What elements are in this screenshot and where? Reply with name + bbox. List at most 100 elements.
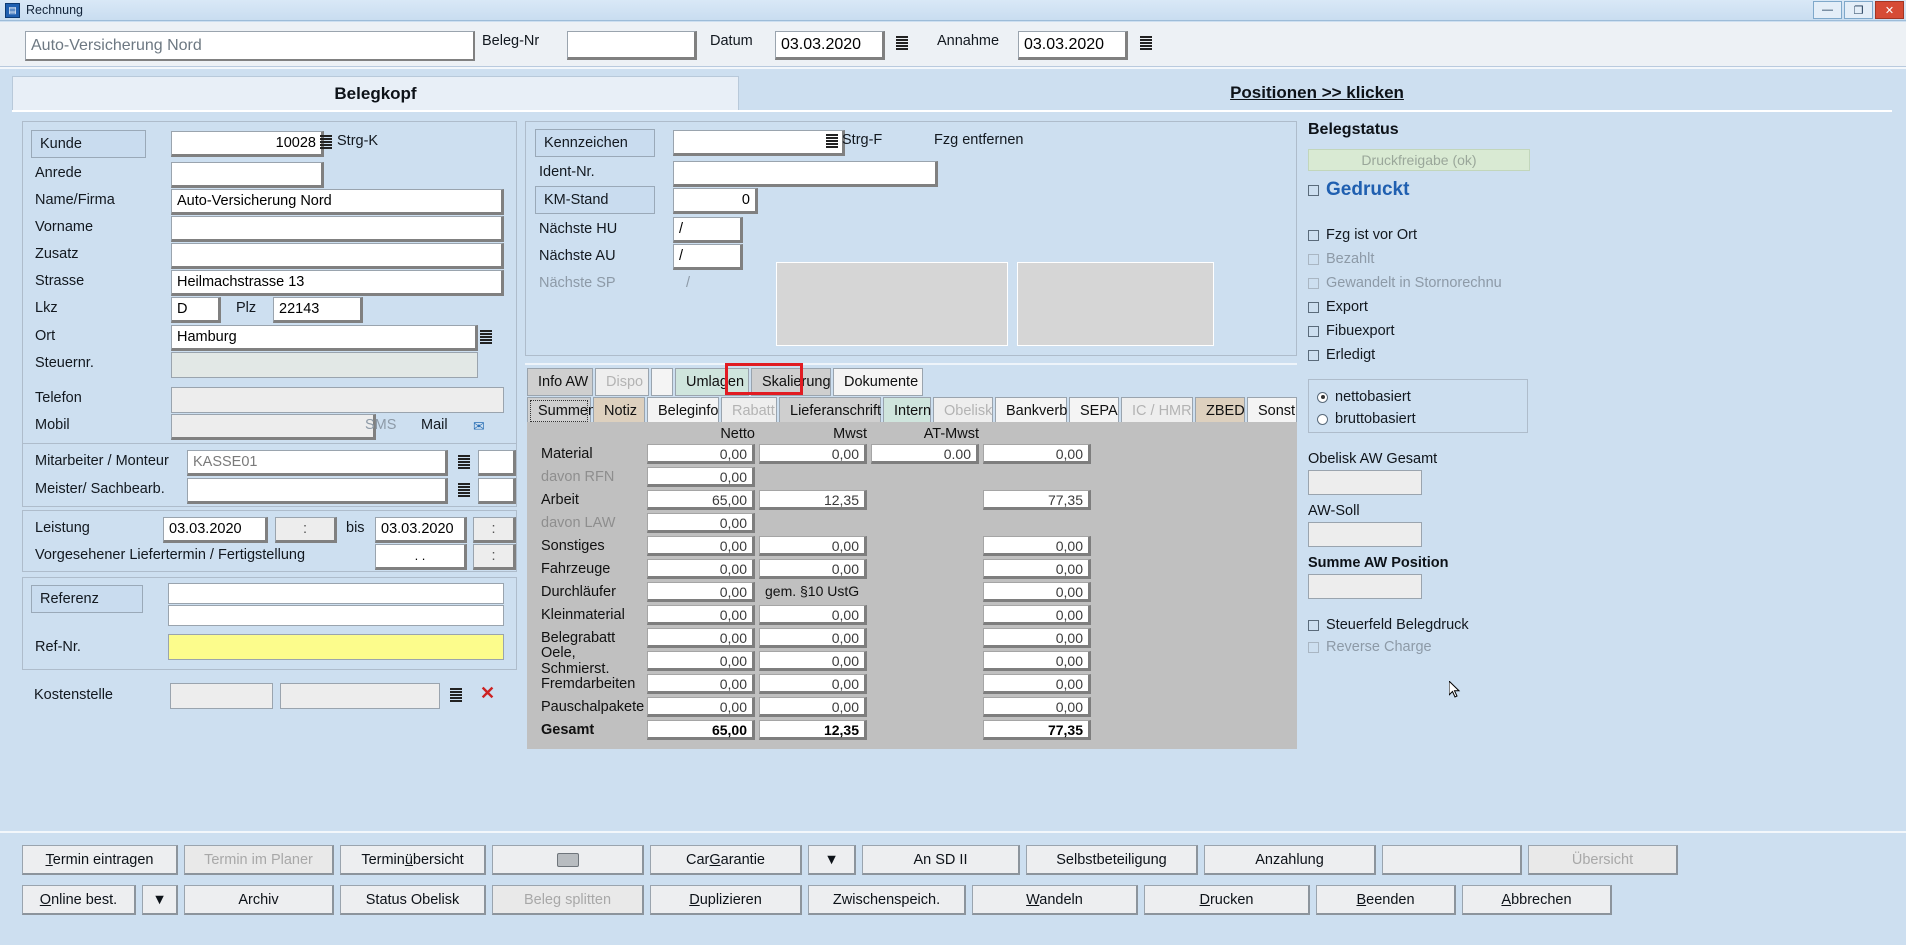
summen-cell-netto[interactable]: 0,00 bbox=[647, 443, 755, 464]
gedruckt-row[interactable]: Gedruckt bbox=[1308, 179, 1538, 201]
referenz-line2-input[interactable] bbox=[168, 605, 504, 626]
tab-positionen[interactable]: Positionen >> klicken bbox=[742, 76, 1892, 110]
tab-summen[interactable]: Summen bbox=[527, 397, 596, 425]
button-online-best[interactable]: Online best. bbox=[22, 885, 136, 915]
minimize-button[interactable]: — bbox=[1813, 1, 1842, 19]
aw-soll-input[interactable] bbox=[1308, 522, 1422, 547]
basis-radio-group[interactable]: nettobasiert bruttobasiert bbox=[1308, 379, 1528, 433]
tab-sepa[interactable]: SEPA bbox=[1069, 397, 1119, 425]
radio-row[interactable]: bruttobasiert bbox=[1317, 408, 1527, 430]
summen-cell-mwst[interactable]: 0,00 bbox=[759, 535, 867, 556]
steuerfeld-checkbox[interactable] bbox=[1308, 619, 1319, 631]
liefertermin-time-input[interactable]: : bbox=[473, 544, 516, 570]
km-stand-input[interactable]: 0 bbox=[673, 188, 758, 214]
checkbox-fzg-ist-vor-ort[interactable] bbox=[1308, 229, 1319, 241]
summen-cell-mwst[interactable]: 12,35 bbox=[759, 489, 867, 510]
meister-menu-icon[interactable] bbox=[458, 483, 470, 500]
vorname-input[interactable] bbox=[171, 216, 504, 242]
button-idx-1[interactable]: ▼ bbox=[142, 885, 178, 915]
button-drucken[interactable]: Drucken bbox=[1144, 885, 1310, 915]
mail-icon[interactable]: ✉ bbox=[473, 418, 485, 435]
summen-cell-total[interactable]: 77,35 bbox=[983, 489, 1091, 510]
checkbox-gewandelt-in-stornorechnu[interactable] bbox=[1308, 277, 1319, 289]
close-button[interactable]: ✕ bbox=[1875, 1, 1904, 19]
checkbox-fibuexport[interactable] bbox=[1308, 325, 1319, 337]
summen-cell-netto[interactable]: 0,00 bbox=[647, 627, 755, 648]
summen-cell-netto[interactable]: 0,00 bbox=[647, 512, 755, 533]
button-idx-5[interactable]: ▼ bbox=[808, 845, 856, 875]
status-checkbox-row[interactable]: Fibuexport bbox=[1308, 319, 1538, 343]
meister-input[interactable] bbox=[187, 478, 448, 504]
summen-cell-total[interactable]: 0,00 bbox=[983, 627, 1091, 648]
naechste-au-input[interactable]: / bbox=[673, 244, 743, 270]
ident-nr-input[interactable] bbox=[673, 161, 938, 187]
tab-sonst[interactable]: Sonst bbox=[1247, 397, 1297, 425]
annahme-menu-icon[interactable] bbox=[1140, 36, 1152, 53]
summen-cell-netto[interactable]: 0,00 bbox=[647, 466, 755, 487]
maximize-button[interactable]: ❐ bbox=[1844, 1, 1873, 19]
tab-beleginfo[interactable]: Beleginfo bbox=[647, 397, 719, 425]
tab-lieferanschrift[interactable]: Lieferanschrift bbox=[779, 397, 881, 425]
summen-cell-netto[interactable]: 0,00 bbox=[647, 535, 755, 556]
mitarbeiter-input[interactable]: KASSE01 bbox=[187, 450, 448, 476]
sms-button[interactable]: SMS bbox=[365, 417, 396, 433]
refnr-input[interactable] bbox=[168, 634, 504, 660]
mail-button[interactable]: Mail bbox=[421, 417, 448, 433]
summen-cell-netto[interactable]: 0,00 bbox=[647, 650, 755, 671]
name-firma-input[interactable]: Auto-Versicherung Nord bbox=[171, 189, 504, 215]
summen-cell-mwst[interactable]: 0,00 bbox=[759, 650, 867, 671]
summen-cell-mwst[interactable]: 0,00 bbox=[759, 627, 867, 648]
summen-cell-total[interactable]: 0,00 bbox=[983, 443, 1091, 464]
summen-cell-netto[interactable]: 0,00 bbox=[647, 604, 755, 625]
kostenstelle-input-1[interactable] bbox=[170, 683, 273, 709]
tab-zbed[interactable]: ZBED bbox=[1195, 397, 1245, 425]
kostenstelle-clear-icon[interactable]: ✕ bbox=[480, 683, 495, 704]
tab-dokumente[interactable]: Dokumente bbox=[833, 368, 923, 396]
annahme-input[interactable]: 03.03.2020 bbox=[1018, 31, 1128, 60]
summen-cell-netto[interactable]: 0,00 bbox=[647, 558, 755, 579]
naechste-hu-input[interactable]: / bbox=[673, 217, 743, 243]
summen-cell-total[interactable]: 0,00 bbox=[983, 581, 1091, 602]
button-cargarantie[interactable]: CarGarantie bbox=[650, 845, 802, 875]
plz-input[interactable]: 22143 bbox=[273, 297, 363, 323]
kostenstelle-menu-icon[interactable] bbox=[450, 688, 462, 705]
checkbox-erledigt[interactable] bbox=[1308, 349, 1319, 361]
summen-cell-mwst[interactable]: 0,00 bbox=[759, 696, 867, 717]
summen-cell-atmwst[interactable]: 0.00 bbox=[871, 443, 979, 464]
button-termin-eintragen[interactable]: Termin eintragen bbox=[22, 845, 178, 875]
summen-cell-netto[interactable]: 65,00 bbox=[647, 489, 755, 510]
referenz-line1-input[interactable] bbox=[168, 583, 504, 604]
kunde-number-input[interactable]: 10028 bbox=[171, 131, 324, 157]
anrede-input[interactable] bbox=[171, 162, 324, 188]
summen-cell-netto[interactable]: 0,00 bbox=[647, 581, 755, 602]
leistung-from-time-input[interactable]: : bbox=[275, 517, 337, 543]
strasse-input[interactable]: Heilmachstrasse 13 bbox=[171, 270, 504, 296]
summen-cell-mwst[interactable]: 0,00 bbox=[759, 443, 867, 464]
summen-cell-total[interactable]: 0,00 bbox=[983, 673, 1091, 694]
summen-cell-total[interactable]: 0,00 bbox=[983, 558, 1091, 579]
button-wandeln[interactable]: Wandeln bbox=[972, 885, 1138, 915]
status-checkbox-row[interactable]: Fzg ist vor Ort bbox=[1308, 223, 1538, 247]
window-controls[interactable]: — ❐ ✕ bbox=[1813, 1, 1904, 19]
summen-cell-netto[interactable]: 65,00 bbox=[647, 719, 755, 740]
tab-notiz[interactable]: Notiz bbox=[593, 397, 645, 425]
summen-cell-total[interactable]: 0,00 bbox=[983, 604, 1091, 625]
kunde-menu-icon[interactable] bbox=[320, 135, 332, 152]
mitarbeiter-menu-icon[interactable] bbox=[458, 455, 470, 472]
summen-cell-mwst[interactable]: 0,00 bbox=[759, 558, 867, 579]
mitarbeiter-extra-input[interactable] bbox=[478, 450, 516, 476]
leistung-to-time-input[interactable]: : bbox=[473, 517, 516, 543]
button-status-obelisk[interactable]: Status Obelisk bbox=[340, 885, 486, 915]
button-termin-bersicht[interactable]: Terminübersicht bbox=[340, 845, 486, 875]
tab-info-aw[interactable]: Info AW bbox=[527, 368, 593, 396]
button-beenden[interactable]: Beenden bbox=[1316, 885, 1456, 915]
ort-input[interactable]: Hamburg bbox=[171, 325, 478, 351]
tabs-row-2[interactable]: Summen Notiz Beleginfo Rabatt Lieferanschrif… bbox=[527, 397, 1299, 425]
summen-cell-mwst[interactable]: 0,00 bbox=[759, 673, 867, 694]
summen-cell-total[interactable]: 0,00 bbox=[983, 696, 1091, 717]
kennzeichen-input[interactable] bbox=[673, 130, 845, 156]
summen-cell-netto[interactable]: 0,00 bbox=[647, 673, 755, 694]
mobil-input[interactable] bbox=[171, 414, 376, 440]
button-selbstbeteiligung[interactable]: Selbstbeteiligung bbox=[1026, 845, 1198, 875]
tab-bankverb[interactable]: Bankverb bbox=[995, 397, 1067, 425]
